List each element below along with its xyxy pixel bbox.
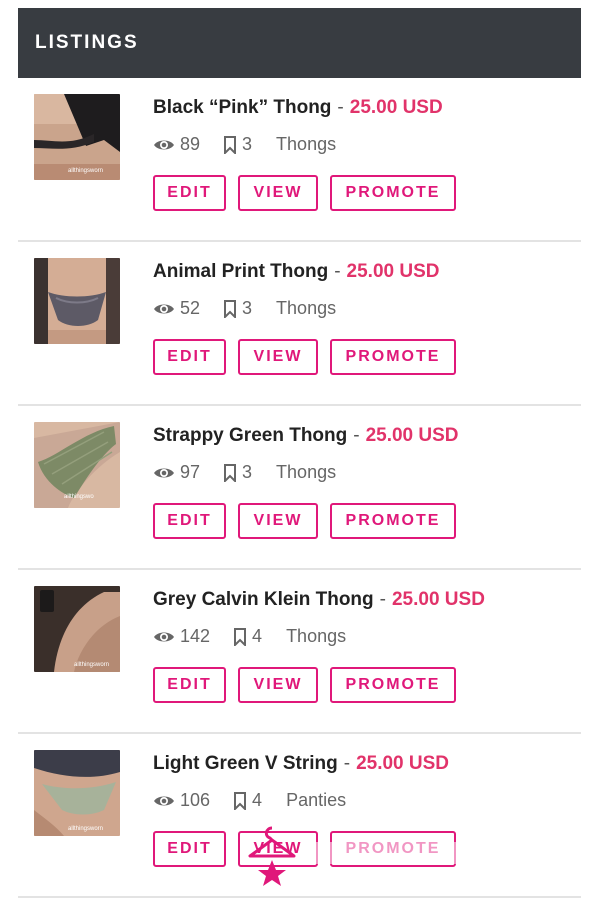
listing-title: Light Green V String bbox=[153, 753, 338, 774]
title-separator: - bbox=[337, 97, 344, 118]
list-item: allthingsworn Grey Calvin Klein Thong -25… bbox=[18, 570, 581, 734]
eye-icon bbox=[153, 138, 175, 152]
title-separator: - bbox=[353, 425, 360, 446]
promote-button[interactable]: PROMOTE bbox=[330, 831, 456, 867]
listing-actions: EDIT VIEW PROMOTE bbox=[153, 339, 468, 375]
edit-button[interactable]: EDIT bbox=[153, 667, 226, 703]
views-count: 97 bbox=[180, 462, 201, 482]
listing-title-line[interactable]: Grey Calvin Klein Thong -25.00 USD bbox=[153, 589, 485, 611]
edit-button[interactable]: EDIT bbox=[153, 831, 226, 867]
page-title: LISTINGS bbox=[35, 32, 139, 53]
listing-title: Animal Print Thong bbox=[153, 261, 329, 282]
view-button[interactable]: VIEW bbox=[238, 831, 318, 867]
saves-count: 3 bbox=[242, 298, 253, 318]
watermark-text: allthingsworn bbox=[68, 826, 103, 832]
listing-stats: 106 4 Panties bbox=[153, 790, 346, 811]
listing-stats: 97 3 Thongs bbox=[153, 462, 336, 483]
view-button[interactable]: VIEW bbox=[238, 503, 318, 539]
listings-header: LISTINGS bbox=[18, 8, 581, 78]
eye-icon bbox=[153, 302, 175, 316]
listing-title-line[interactable]: Strappy Green Thong -25.00 USD bbox=[153, 425, 459, 447]
saves-count: 4 bbox=[252, 790, 263, 810]
listing-title-line[interactable]: Light Green V String -25.00 USD bbox=[153, 753, 449, 775]
listing-thumbnail[interactable]: allthingswo bbox=[34, 422, 120, 508]
views-count: 106 bbox=[180, 790, 211, 810]
listing-price: 25.00 USD bbox=[391, 589, 485, 610]
promote-button[interactable]: PROMOTE bbox=[330, 503, 456, 539]
list-item: Animal Print Thong -25.00 USD 52 3 Thongs… bbox=[18, 242, 581, 406]
listing-title: Strappy Green Thong bbox=[153, 425, 348, 446]
listing-thumbnail[interactable]: allthingsworn bbox=[34, 94, 120, 180]
listing-thumbnail[interactable]: allthingsworn bbox=[34, 586, 120, 672]
listing-actions: EDIT VIEW PROMOTE bbox=[153, 503, 468, 539]
listing-price: 25.00 USD bbox=[346, 261, 440, 282]
list-item: allthingsworn Black “Pink” Thong -25.00 U… bbox=[18, 78, 581, 242]
listing-stats: 89 3 Thongs bbox=[153, 134, 336, 155]
watermark-text: allthingswo bbox=[64, 494, 94, 500]
views-count: 52 bbox=[180, 298, 201, 318]
listing-title-line[interactable]: Animal Print Thong -25.00 USD bbox=[153, 261, 440, 283]
bookmark-icon bbox=[223, 463, 237, 482]
views-count: 89 bbox=[180, 134, 201, 154]
listing-actions: EDIT VIEW PROMOTE bbox=[153, 831, 468, 867]
views-count: 142 bbox=[180, 626, 211, 646]
eye-icon bbox=[153, 630, 175, 644]
eye-icon bbox=[153, 794, 175, 808]
bookmark-icon bbox=[233, 791, 247, 810]
view-button[interactable]: VIEW bbox=[238, 667, 318, 703]
title-separator: - bbox=[334, 261, 341, 282]
listing-title: Grey Calvin Klein Thong bbox=[153, 589, 374, 610]
edit-button[interactable]: EDIT bbox=[153, 503, 226, 539]
bookmark-icon bbox=[223, 135, 237, 154]
bookmark-icon bbox=[223, 299, 237, 318]
listing-actions: EDIT VIEW PROMOTE bbox=[153, 667, 468, 703]
listing-category: Thongs bbox=[276, 134, 337, 154]
watermark-text: allthingsworn bbox=[74, 662, 109, 668]
listings-list: allthingsworn Black “Pink” Thong -25.00 U… bbox=[0, 78, 600, 898]
watermark-text: allthingsworn bbox=[68, 168, 103, 174]
listing-title-line[interactable]: Black “Pink” Thong -25.00 USD bbox=[153, 97, 443, 119]
title-separator: - bbox=[379, 589, 386, 610]
listing-thumbnail[interactable]: allthingsworn bbox=[34, 750, 120, 836]
eye-icon bbox=[153, 466, 175, 480]
listing-actions: EDIT VIEW PROMOTE bbox=[153, 175, 468, 211]
saves-count: 3 bbox=[242, 462, 253, 482]
listing-category: Thongs bbox=[286, 626, 347, 646]
saves-count: 3 bbox=[242, 134, 253, 154]
promote-button[interactable]: PROMOTE bbox=[330, 667, 456, 703]
title-separator: - bbox=[343, 753, 351, 774]
list-item: allthingswo Strappy Green Thong -25.00 US… bbox=[18, 406, 581, 570]
listing-category: Panties bbox=[286, 790, 347, 810]
listing-stats: 142 4 Thongs bbox=[153, 626, 346, 647]
edit-button[interactable]: EDIT bbox=[153, 175, 226, 211]
saves-count: 4 bbox=[252, 626, 263, 646]
listing-price: 25.00 USD bbox=[349, 97, 443, 118]
promote-button[interactable]: PROMOTE bbox=[330, 339, 456, 375]
listing-title: Black “Pink” Thong bbox=[153, 97, 332, 118]
list-item: allthingsworn Light Green V String -25.00… bbox=[18, 734, 581, 898]
edit-button[interactable]: EDIT bbox=[153, 339, 226, 375]
view-button[interactable]: VIEW bbox=[238, 175, 318, 211]
listing-thumbnail[interactable] bbox=[34, 258, 120, 344]
listing-price: 25.00 USD bbox=[356, 753, 450, 774]
listing-category: Thongs bbox=[276, 298, 337, 318]
bookmark-icon bbox=[233, 627, 247, 646]
view-button[interactable]: VIEW bbox=[238, 339, 318, 375]
promote-button[interactable]: PROMOTE bbox=[330, 175, 456, 211]
listing-stats: 52 3 Thongs bbox=[153, 298, 336, 319]
listing-category: Thongs bbox=[276, 462, 337, 482]
listing-price: 25.00 USD bbox=[365, 425, 459, 446]
